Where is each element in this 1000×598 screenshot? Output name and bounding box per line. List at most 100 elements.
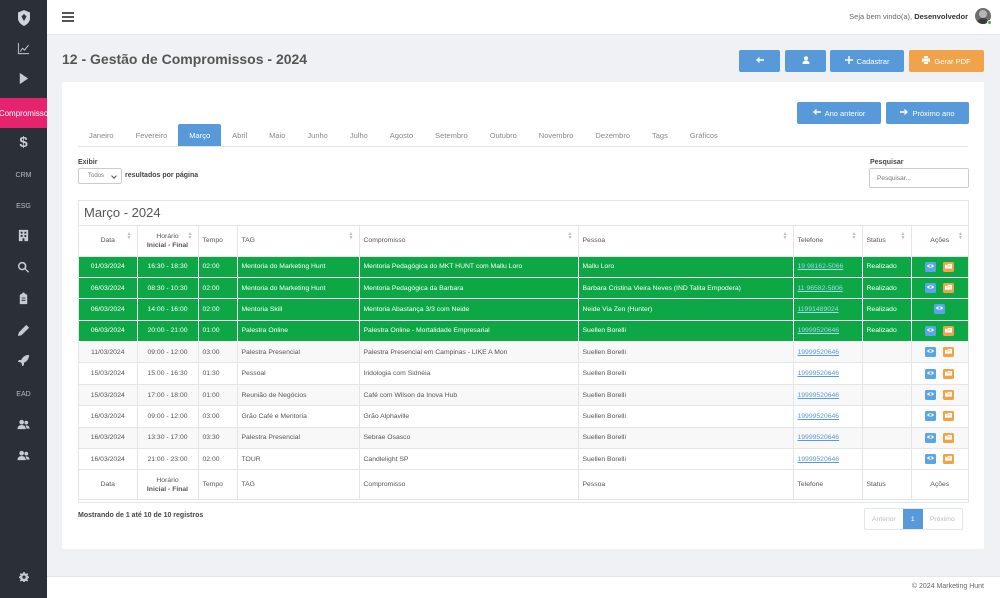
building-icon bbox=[17, 229, 30, 244]
phone-link[interactable]: 19999520646 bbox=[798, 370, 840, 377]
ano-anterior-button[interactable]: Ano anterior bbox=[797, 102, 881, 124]
col-compromisso[interactable]: Compromisso ▲ ▼ bbox=[359, 226, 579, 257]
sidebar-item-empresas[interactable] bbox=[0, 225, 47, 247]
phone-link[interactable]: 11991489024 bbox=[798, 306, 839, 313]
col-tempo[interactable]: Tempo bbox=[198, 226, 238, 257]
view-button[interactable] bbox=[925, 368, 937, 379]
sidebar-item-videos[interactable] bbox=[0, 68, 47, 90]
cell-tag: Palestra Presencial bbox=[237, 341, 360, 364]
edit-button[interactable] bbox=[943, 347, 955, 358]
sidebar-item-busca[interactable] bbox=[0, 257, 47, 279]
cell-status: Realizado bbox=[862, 277, 912, 300]
view-button[interactable] bbox=[925, 325, 937, 336]
page-size-select[interactable]: Todos bbox=[78, 168, 122, 184]
phone-link[interactable]: 11 96582-5806 bbox=[798, 285, 843, 292]
cadastrar-button[interactable]: Cadastrar bbox=[830, 50, 904, 72]
view-button[interactable] bbox=[925, 283, 937, 294]
tab-janeiro[interactable]: Janeiro bbox=[78, 124, 125, 146]
arrow-left-icon bbox=[755, 56, 764, 66]
edit-button[interactable] bbox=[943, 325, 955, 336]
edit-button[interactable] bbox=[943, 261, 955, 272]
sidebar-item-dashboard[interactable] bbox=[0, 38, 47, 60]
tab-tags[interactable]: Tags bbox=[641, 124, 679, 146]
view-button[interactable] bbox=[925, 347, 937, 358]
brand-logo-icon[interactable] bbox=[0, 8, 47, 28]
cell-data: 16/03/2024 bbox=[79, 405, 138, 428]
cell-pessoa: Neide Via Zen (Hunter) bbox=[578, 298, 794, 321]
proximo-ano-button[interactable]: Próximo ano bbox=[886, 102, 969, 124]
tab-mar-o[interactable]: Março bbox=[178, 124, 222, 146]
col-acoes[interactable]: Ações ▲ ▼ bbox=[911, 226, 968, 257]
phone-link[interactable]: 19999520646 bbox=[798, 392, 840, 399]
tab-novembro[interactable]: Novembro bbox=[528, 124, 585, 146]
sidebar-item-usuarios[interactable] bbox=[0, 414, 47, 436]
view-button[interactable] bbox=[925, 411, 937, 422]
cell-tempo: 03:00 bbox=[198, 405, 238, 428]
sidebar-item-projetos[interactable] bbox=[0, 350, 47, 372]
sidebar-item-compromissos[interactable]: Compromisso bbox=[0, 98, 48, 128]
pagination-prev[interactable]: Anterior bbox=[865, 509, 903, 529]
col-telefone[interactable]: Telefone ▲ ▼ bbox=[793, 226, 863, 257]
edit-button[interactable] bbox=[943, 454, 955, 465]
edit-button[interactable] bbox=[943, 411, 955, 422]
tab-junho[interactable]: Junho bbox=[296, 124, 338, 146]
pagination-page[interactable]: 1 bbox=[902, 509, 923, 529]
sidebar-item-esg[interactable]: ESG bbox=[0, 195, 47, 217]
gerar-pdf-button[interactable]: Gerar PDF bbox=[909, 50, 984, 72]
sidebar-item-equipe[interactable] bbox=[0, 445, 47, 467]
tab-abril[interactable]: Abril bbox=[221, 124, 258, 146]
sidebar-item-crm[interactable]: CRM bbox=[0, 164, 47, 186]
tab-outubro[interactable]: Outubro bbox=[479, 124, 528, 146]
col-tag[interactable]: TAG ▲ ▼ bbox=[237, 226, 360, 257]
pagination-next[interactable]: Próximo bbox=[923, 509, 962, 529]
phone-link[interactable]: 19999520646 bbox=[798, 327, 840, 334]
sidebar-item-label: ESG bbox=[16, 202, 31, 210]
cell-status bbox=[862, 448, 912, 471]
edit-button[interactable] bbox=[943, 432, 955, 443]
sidebar-item-label: EAD bbox=[16, 390, 31, 398]
hamburger-menu-icon[interactable] bbox=[62, 12, 74, 22]
phone-link[interactable]: 19999520646 bbox=[798, 434, 840, 441]
col-status[interactable]: Status ▲ ▼ bbox=[862, 226, 912, 257]
tab-agosto[interactable]: Agosto bbox=[379, 124, 424, 146]
tab-julho[interactable]: Julho bbox=[339, 124, 379, 146]
cell-pessoa: Suellen Borelli bbox=[578, 341, 794, 364]
phone-link[interactable]: 19999520646 bbox=[798, 456, 840, 463]
cell-pessoa: Suellen Borelli bbox=[578, 320, 794, 343]
edit-button[interactable] bbox=[943, 368, 955, 379]
col-data[interactable]: Data ▲ ▼ bbox=[79, 226, 138, 257]
sidebar-item-ead[interactable]: EAD bbox=[0, 383, 47, 405]
tab-dezembro[interactable]: Dezembro bbox=[584, 124, 641, 146]
view-button[interactable] bbox=[925, 432, 937, 443]
cell-horario: 21:00 - 23:00 bbox=[137, 448, 199, 471]
tab-setembro[interactable]: Setembro bbox=[424, 124, 479, 146]
table-row: 16/03/2024 13:30 - 17:00 03:30 Palestra Pre… bbox=[79, 427, 968, 450]
cell-pessoa: Mallu Loro bbox=[578, 256, 794, 278]
sidebar-item-tarefas[interactable] bbox=[0, 288, 47, 310]
foot-tag: TAG bbox=[237, 469, 360, 501]
sidebar-item-editar[interactable] bbox=[0, 320, 47, 342]
view-button[interactable] bbox=[925, 261, 937, 272]
view-button[interactable] bbox=[925, 454, 937, 465]
user-button[interactable] bbox=[785, 50, 826, 72]
view-button[interactable] bbox=[925, 390, 937, 401]
cell-acoes bbox=[911, 448, 968, 471]
tab-fevereiro[interactable]: Fevereiro bbox=[125, 124, 179, 146]
cell-tag: Pessoal bbox=[237, 362, 360, 385]
search-input[interactable] bbox=[869, 168, 969, 188]
tab-gr-ficos[interactable]: Gráficos bbox=[679, 124, 729, 146]
eye-icon bbox=[927, 412, 935, 420]
edit-button[interactable] bbox=[943, 283, 955, 294]
phone-link[interactable]: 19 98162-5066 bbox=[798, 263, 844, 270]
user-name[interactable]: Desenvolvedor bbox=[914, 12, 968, 21]
sidebar-item-configuracoes[interactable] bbox=[0, 567, 47, 589]
tab-maio[interactable]: Maio bbox=[258, 124, 296, 146]
phone-link[interactable]: 19999520646 bbox=[798, 349, 840, 356]
sidebar-item-financeiro[interactable]: $ bbox=[0, 131, 47, 153]
col-pessoa[interactable]: Pessoa ▲ ▼ bbox=[578, 226, 794, 257]
phone-link[interactable]: 19999520646 bbox=[798, 413, 840, 420]
view-button[interactable] bbox=[934, 304, 946, 315]
back-button[interactable] bbox=[739, 50, 780, 72]
col-horario[interactable]: Horário Inicial - Final ▲ ▼ bbox=[137, 226, 199, 257]
edit-button[interactable] bbox=[943, 390, 955, 401]
